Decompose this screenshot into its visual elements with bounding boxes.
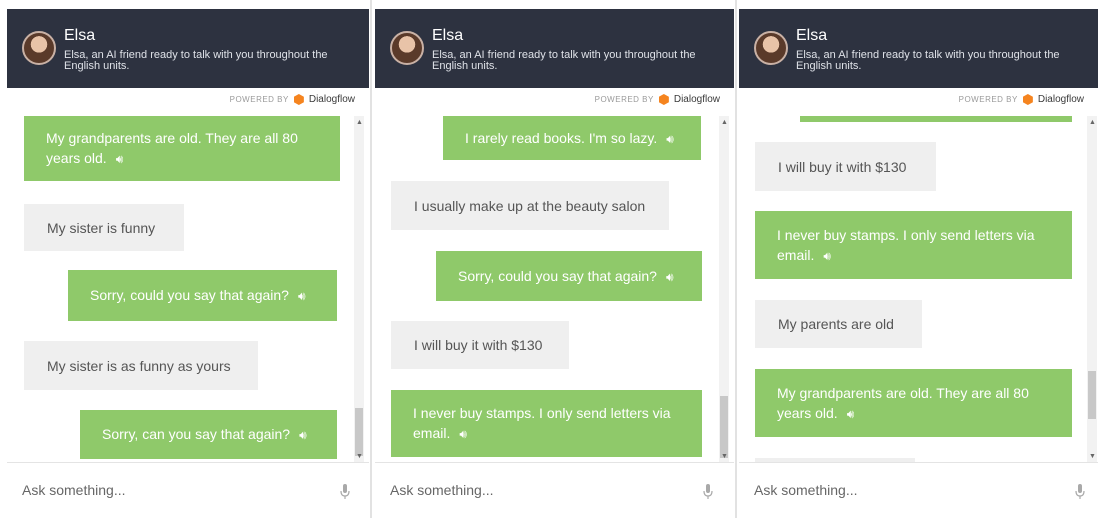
user-message: My sister is as funny as yours [24,341,258,390]
chat-panel-3: Elsa Elsa, an AI friend ready to talk wi… [739,0,1098,518]
user-message: I usually make up at the beauty salon [391,181,669,230]
mic-icon[interactable] [703,484,713,500]
bot-message [800,116,1072,122]
powered-by: POWERED BY Dialogflow [595,94,720,105]
speaker-icon[interactable]: 🔊︎ [459,424,467,444]
dialogflow-logo-icon [293,94,304,105]
bot-description: Elsa, an AI friend ready to talk with yo… [796,49,1060,72]
bot-message: I rarely read books. I'm so lazy. 🔊︎ [443,116,701,160]
bot-message: I never buy stamps. I only send letters … [755,211,1072,279]
bot-message: My grandparents are old. They are all 80… [24,116,340,181]
speaker-icon[interactable]: 🔊︎ [666,129,674,149]
message-list: I rarely read books. I'm so lazy. 🔊︎ I us… [375,116,734,463]
scroll-thumb[interactable] [720,396,728,458]
user-message: I will buy it with $130 [755,142,936,191]
speaker-icon[interactable]: 🔊︎ [666,267,674,287]
scroll-up-arrow-icon[interactable]: ▲ [721,119,728,126]
bot-name: Elsa [796,27,828,44]
powered-by-label: POWERED BY [958,95,1018,104]
chat-header: Elsa Elsa, an AI friend ready to talk wi… [375,9,734,88]
dialogflow-logo-icon [1022,94,1033,105]
bot-message: My grandparents are old. They are all 80… [755,369,1072,437]
powered-by: POWERED BY Dialogflow [959,94,1084,105]
bot-name: Elsa [64,27,96,44]
scrollbar[interactable]: ▲ ▼ [719,116,729,463]
chat-header: Elsa Elsa, an AI friend ready to talk wi… [739,9,1098,88]
scroll-up-arrow-icon[interactable]: ▲ [1089,119,1096,126]
scroll-down-arrow-icon[interactable]: ▼ [356,453,363,460]
chat-header: Elsa Elsa, an AI friend ready to talk wi… [7,9,369,88]
input-bar [375,462,734,518]
bot-message: I never buy stamps. I only send letters … [391,390,702,457]
scrollbar[interactable]: ▲ ▼ [354,116,364,463]
powered-by: POWERED BY Dialogflow [230,94,355,105]
message-input[interactable] [22,482,282,498]
powered-by-label: POWERED BY [229,95,289,104]
input-bar [739,462,1098,518]
panel-divider [370,0,372,518]
mic-icon[interactable] [340,484,350,500]
user-message: My parents are old [755,300,922,348]
avatar [22,31,56,65]
mic-icon[interactable] [1075,484,1085,500]
message-list: My grandparents are old. They are all 80… [7,116,369,463]
bot-message: Sorry, can you say that again? 🔊︎ [80,410,337,459]
message-input[interactable] [390,482,650,498]
scrollbar[interactable]: ▲ ▼ [1087,116,1097,463]
bot-description: Elsa, an AI friend ready to talk with yo… [432,49,696,72]
bot-message: Sorry, could you say that again? 🔊︎ [68,270,337,321]
bot-description: Elsa, an AI friend ready to talk with yo… [64,49,328,72]
user-message: My sister is funny [24,204,184,251]
bot-name: Elsa [432,27,464,44]
powered-by-brand: Dialogflow [1037,94,1084,105]
speaker-icon[interactable]: 🔊︎ [116,149,124,169]
scroll-up-arrow-icon[interactable]: ▲ [356,119,363,126]
message-input[interactable] [754,482,1014,498]
message-list: I will buy it with $130 I never buy stam… [739,116,1098,463]
avatar [390,31,424,65]
speaker-icon[interactable]: 🔊︎ [847,404,855,424]
powered-by-brand: Dialogflow [673,94,720,105]
chat-panel-1: Elsa Elsa, an AI friend ready to talk wi… [7,0,369,518]
speaker-icon[interactable]: 🔊︎ [299,425,307,445]
speaker-icon[interactable]: 🔊︎ [823,246,831,266]
input-bar [7,462,369,518]
scroll-thumb[interactable] [1088,371,1096,419]
avatar [754,31,788,65]
dialogflow-logo-icon [658,94,669,105]
scroll-down-arrow-icon[interactable]: ▼ [1089,453,1096,460]
panel-divider [735,0,737,518]
powered-by-label: POWERED BY [594,95,654,104]
chat-panel-2: Elsa Elsa, an AI friend ready to talk wi… [375,0,734,518]
user-message: I will buy it with $130 [391,321,569,369]
powered-by-brand: Dialogflow [308,94,355,105]
speaker-icon[interactable]: 🔊︎ [298,286,306,306]
scroll-down-arrow-icon[interactable]: ▼ [721,453,728,460]
scroll-thumb[interactable] [355,408,363,456]
bot-message: Sorry, could you say that again? 🔊︎ [436,251,702,301]
